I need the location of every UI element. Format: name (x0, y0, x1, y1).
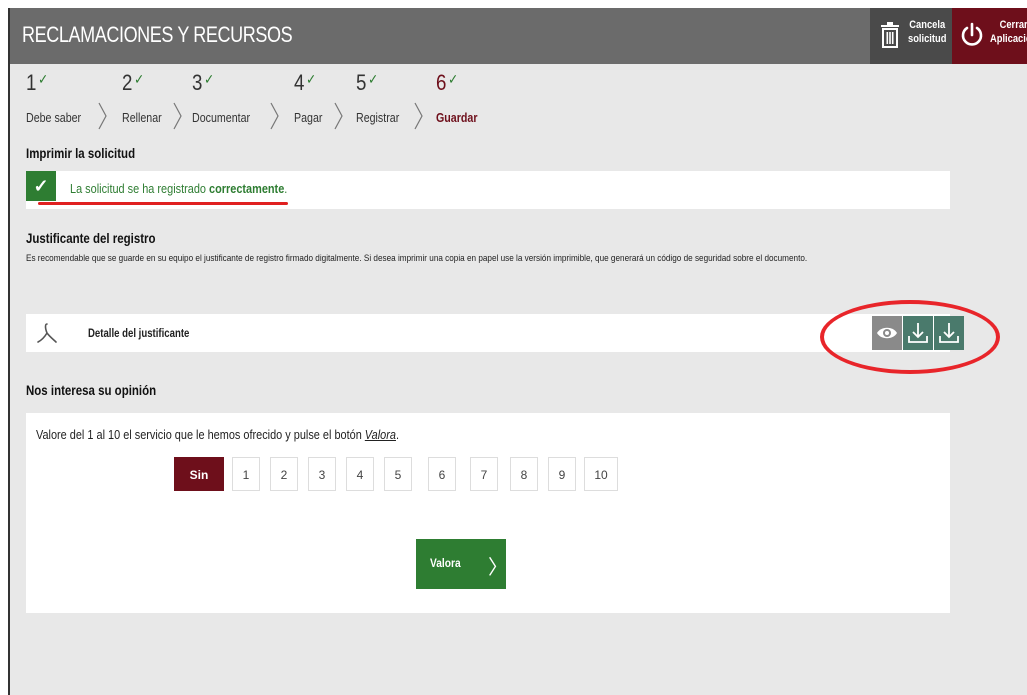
step-number: 1 (26, 70, 37, 95)
receipt-document-row: Detalle del justificante (26, 314, 964, 352)
rating-option-none[interactable]: Sin valorar (174, 457, 224, 516)
step-number: 4 (294, 70, 305, 95)
step-6[interactable]: 6 ✓ Guardar (436, 70, 477, 125)
close-label-line1: Cerrar (999, 19, 1027, 31)
trash-icon (881, 22, 899, 48)
valora-submit-button[interactable]: Valora 〉 (416, 539, 508, 589)
step-4[interactable]: 4 ✓ Pagar (294, 70, 322, 125)
app-header: RECLAMACIONES Y RECURSOS Cancela solicit… (10, 8, 1027, 64)
close-app-button[interactable]: Cerrar Aplicación (952, 8, 1027, 64)
step-number: 6 (436, 70, 447, 95)
receipt-document-label: Detalle del justificante (88, 326, 190, 340)
check-icon: ✓ (368, 71, 379, 87)
check-icon: ✓ (26, 171, 56, 201)
rating-option-7[interactable]: 7 (470, 457, 498, 491)
receipt-heading: Justificante del registro (26, 230, 156, 246)
step-label: Rellenar (122, 110, 162, 125)
rating-option-3[interactable]: 3 (308, 457, 336, 491)
check-icon: ✓ (306, 71, 317, 87)
valora-button-label: Valora (430, 556, 461, 570)
rating-option-8[interactable]: 8 (510, 457, 538, 491)
step-number: 5 (356, 70, 367, 95)
check-icon: ✓ (204, 71, 215, 87)
check-icon: ✓ (38, 71, 49, 87)
cancel-label-line2: solicitud (908, 33, 947, 45)
success-emphasis: correctamente (209, 181, 285, 196)
check-icon: ✓ (448, 71, 459, 87)
step-label: Documentar (192, 110, 251, 125)
success-suffix: . (284, 181, 288, 196)
success-text: La solicitud se ha registrado (70, 181, 210, 196)
rating-instruction-suffix: . (395, 427, 400, 442)
receipt-description: Es recomendable que se guarde en su equi… (26, 253, 808, 264)
chevron-right-icon (414, 102, 423, 130)
step-1[interactable]: 1 ✓ Debe saber (26, 70, 81, 125)
chevron-right-icon (173, 102, 182, 130)
close-label-line2: Aplicación (990, 33, 1027, 45)
valora-link[interactable]: Valora (365, 427, 396, 442)
step-label-active: Guardar (436, 110, 478, 125)
chevron-right-icon (334, 102, 343, 130)
chevron-right-icon (270, 102, 279, 130)
rating-instruction: Valore del 1 al 10 el servicio que le he… (36, 427, 365, 442)
step-5[interactable]: 5 ✓ Registrar (356, 70, 399, 125)
annotation-underline (38, 202, 288, 205)
chevron-right-icon (98, 102, 107, 130)
check-icon: ✓ (134, 71, 145, 87)
opinion-heading: Nos interesa su opinión (26, 382, 157, 398)
pdf-icon (37, 323, 57, 343)
print-heading: Imprimir la solicitud (26, 145, 136, 161)
rating-option-6[interactable]: 6 (428, 457, 456, 491)
wizard-steps: 1 ✓ Debe saber 2 ✓ Rellenar 3 ✓ Documentar … (26, 70, 626, 140)
chevron-right-icon: 〉 (488, 557, 508, 579)
power-icon (961, 22, 983, 46)
step-label: Pagar (294, 110, 323, 125)
step-number: 3 (192, 70, 203, 95)
step-label: Registrar (356, 110, 400, 125)
annotation-ellipse (820, 300, 1000, 374)
rating-option-1[interactable]: 1 (232, 457, 260, 491)
rating-option-10[interactable]: 10 (584, 457, 618, 491)
app-frame: RECLAMACIONES Y RECURSOS Cancela solicit… (8, 8, 1027, 695)
app-title: RECLAMACIONES Y RECURSOS (22, 22, 293, 47)
step-number: 2 (122, 70, 133, 95)
step-label: Debe saber (26, 110, 82, 125)
rating-option-5[interactable]: 5 (384, 457, 412, 491)
rating-panel: Valore del 1 al 10 el servicio que le he… (26, 413, 950, 613)
rating-option-9[interactable]: 9 (548, 457, 576, 491)
rating-option-2[interactable]: 2 (270, 457, 298, 491)
step-2[interactable]: 2 ✓ Rellenar (122, 70, 162, 125)
cancel-request-button[interactable]: Cancela solicitud (870, 8, 952, 64)
rating-option-4[interactable]: 4 (346, 457, 374, 491)
step-3[interactable]: 3 ✓ Documentar (192, 70, 250, 125)
cancel-label-line1: Cancela (909, 19, 946, 31)
